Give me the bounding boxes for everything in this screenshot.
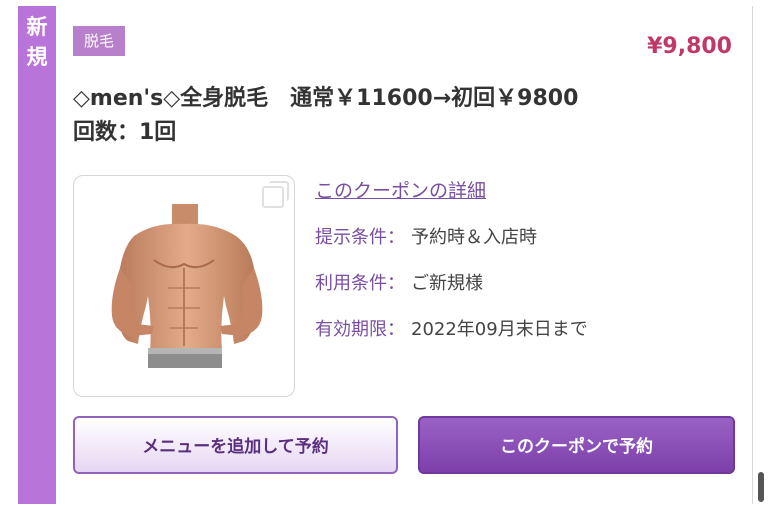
coupon-detail-link[interactable]: このクーポンの詳細	[315, 176, 588, 203]
coupon-price: ¥9,800	[647, 34, 732, 59]
scrollbar[interactable]	[758, 472, 764, 502]
coupon-title: ◇men's◇全身脱毛 通常￥11600→初回￥9800 回数：1回	[73, 82, 713, 150]
book-with-coupon-button[interactable]: このクーポンで予約	[418, 416, 735, 474]
coupon-count: 回数：1回	[73, 120, 177, 145]
detail-row-expiry: 有効期限： 2022年09月末日まで	[315, 315, 588, 341]
coupon-image[interactable]	[73, 175, 295, 397]
detail-value: 予約時＆入店時	[411, 227, 537, 248]
detail-key: 提示条件：	[315, 227, 405, 248]
male-torso-image	[111, 204, 263, 368]
detail-key: 利用条件：	[315, 273, 405, 294]
coupon-title-line1: ◇men's◇全身脱毛 通常￥11600→初回￥9800	[73, 86, 579, 111]
detail-value: 2022年09月末日まで	[411, 319, 588, 340]
category-badge: 脱毛	[73, 26, 126, 56]
coupon-details: このクーポンの詳細 提示条件： 予約時＆入店時 利用条件： ご新規様 有効期限： 20…	[315, 176, 588, 341]
new-tag-char-1: 新	[26, 15, 48, 39]
add-menu-and-book-button[interactable]: メニューを追加して予約	[73, 416, 398, 474]
detail-key: 有効期限：	[315, 319, 405, 340]
image-expand-icon-back	[262, 186, 284, 208]
detail-row-usage: 利用条件： ご新規様	[315, 269, 588, 295]
detail-row-presentation: 提示条件： 予約時＆入店時	[315, 223, 588, 249]
coupon-card: 新 規 脱毛 ¥9,800 ◇men's◇全身脱毛 通常￥11600→初回￥98…	[18, 6, 753, 504]
detail-value: ご新規様	[411, 273, 483, 294]
new-tag-char-2: 規	[26, 45, 48, 69]
new-customer-tag: 新 規	[18, 6, 56, 504]
